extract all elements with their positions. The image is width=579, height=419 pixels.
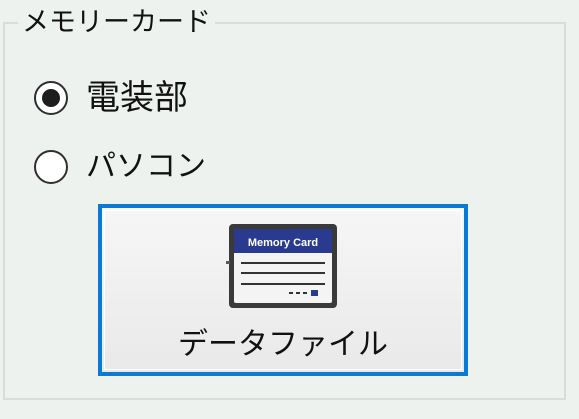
radio-dot <box>42 89 60 107</box>
radio-label-pc[interactable]: パソコン <box>86 147 206 187</box>
radio-button-selected[interactable] <box>34 81 68 115</box>
radio-button-unselected[interactable] <box>34 150 68 184</box>
radio-option-denso[interactable]: 電装部 <box>34 78 188 118</box>
groupbox-title: メモリーカード <box>18 6 215 40</box>
data-file-button-label: データファイル <box>178 327 388 362</box>
memory-card-icon: Memory Card <box>226 224 337 308</box>
card-icon-text: Memory Card <box>248 237 318 249</box>
radio-option-pc[interactable]: パソコン <box>34 147 206 187</box>
radio-label-denso[interactable]: 電装部 <box>86 78 188 118</box>
data-file-button[interactable]: Memory Card データファイル <box>98 204 468 376</box>
